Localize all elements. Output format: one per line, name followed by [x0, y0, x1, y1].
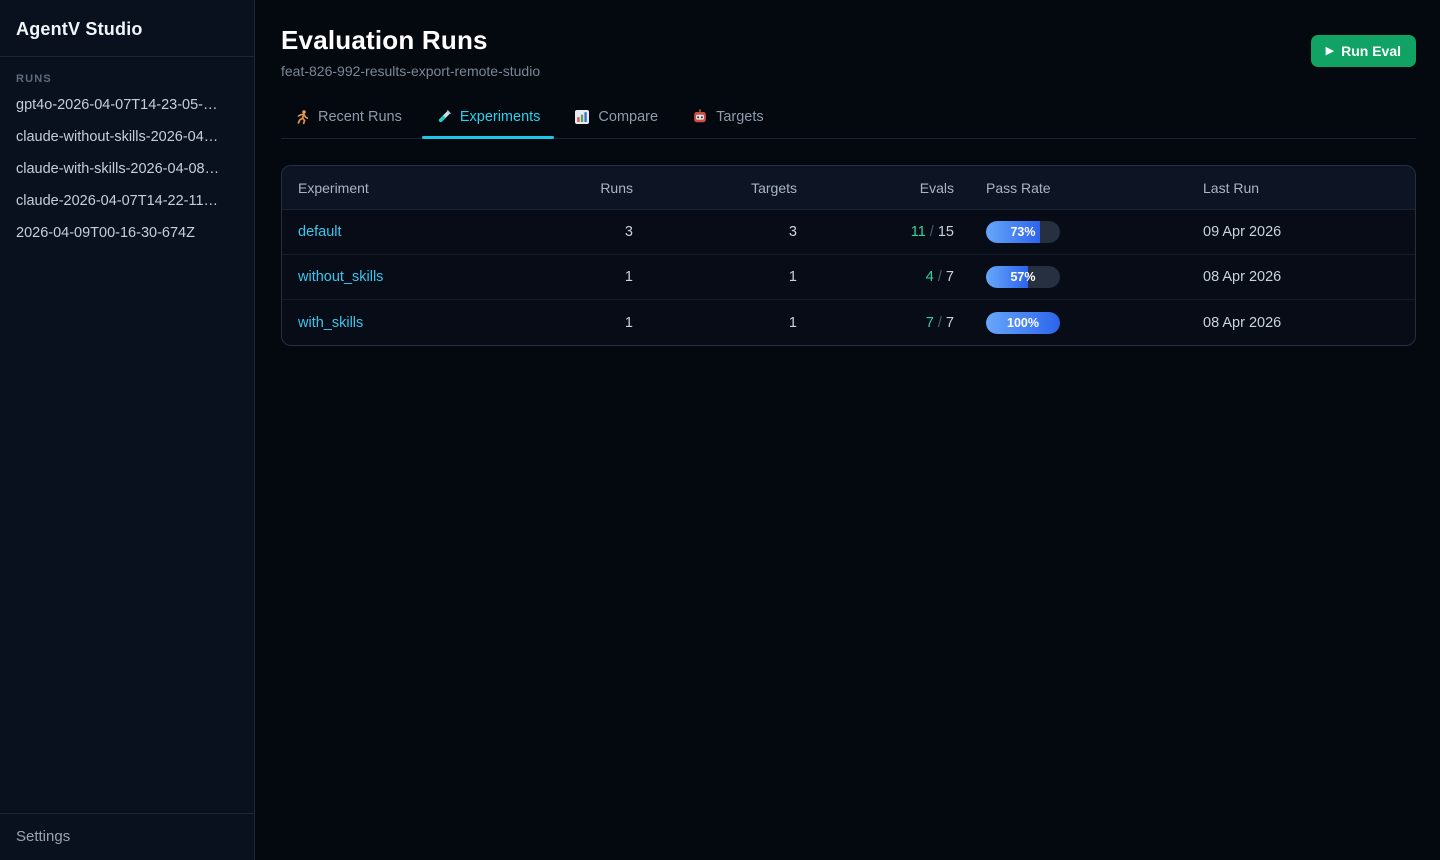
run-eval-button[interactable]: ▶ Run Eval [1311, 35, 1416, 67]
col-experiment: Experiment [282, 180, 582, 196]
pass-rate-label: 73% [986, 221, 1060, 243]
run-eval-label: Run Eval [1341, 43, 1401, 59]
col-pass-rate: Pass Rate [970, 180, 1187, 196]
sidebar-item-run[interactable]: gpt4o-2026-04-07T14-23-05-… [0, 89, 254, 121]
settings-link[interactable]: Settings [16, 828, 70, 845]
sidebar-item-run[interactable]: claude-2026-04-07T14-22-11… [0, 185, 254, 217]
col-runs: Runs [582, 180, 649, 196]
experiments-table: Experiment Runs Targets Evals Pass Rate … [281, 165, 1416, 346]
page-title: Evaluation Runs [281, 25, 1416, 56]
last-run-date: 08 Apr 2026 [1187, 315, 1415, 331]
sidebar-footer: Settings [0, 813, 254, 860]
tab-label: Compare [598, 109, 658, 125]
branch-subtitle: feat-826-992-results-export-remote-studi… [281, 63, 1416, 79]
runs-count: 3 [582, 224, 649, 240]
sidebar: AgentV Studio RUNS gpt4o-2026-04-07T14-2… [0, 0, 255, 860]
sidebar-item-run[interactable]: claude-with-skills-2026-04-08… [0, 153, 254, 185]
sidebar-item-run[interactable]: 2026-04-09T00-16-30-674Z [0, 217, 254, 249]
tab-experiments[interactable]: Experiments [422, 100, 555, 138]
tab-bar: Recent Runs Experiments [281, 100, 1416, 139]
targets-count: 1 [649, 315, 813, 331]
tab-targets[interactable]: Targets [678, 100, 778, 138]
evals-passed: 7 [926, 315, 934, 331]
runs-list: gpt4o-2026-04-07T14-23-05-… claude-witho… [0, 89, 254, 249]
pass-rate-label: 100% [986, 312, 1060, 334]
pass-rate-pill: 57% [986, 266, 1060, 288]
runs-section-label: RUNS [0, 57, 254, 89]
app-title: AgentV Studio [0, 0, 254, 57]
main-content: Evaluation Runs feat-826-992-results-exp… [255, 0, 1440, 860]
col-targets: Targets [649, 180, 813, 196]
runs-count: 1 [582, 269, 649, 285]
runs-count: 1 [582, 315, 649, 331]
experiment-link[interactable]: with_skills [298, 315, 363, 331]
robot-icon [692, 109, 708, 125]
experiment-link[interactable]: without_skills [298, 269, 383, 285]
tab-compare[interactable]: Compare [560, 100, 672, 138]
test-tube-icon [436, 109, 452, 125]
table-row: default 3 3 11 / 15 73% 09 Apr 2026 [282, 210, 1415, 255]
sidebar-item-run[interactable]: claude-without-skills-2026-04… [0, 121, 254, 153]
play-icon: ▶ [1326, 46, 1334, 57]
last-run-date: 09 Apr 2026 [1187, 224, 1415, 240]
table-header: Experiment Runs Targets Evals Pass Rate … [282, 166, 1415, 210]
targets-count: 3 [649, 224, 813, 240]
tab-label: Targets [716, 109, 764, 125]
tab-label: Experiments [460, 109, 541, 125]
pass-rate-pill: 100% [986, 312, 1060, 334]
pass-rate-pill: 73% [986, 221, 1060, 243]
col-last-run: Last Run [1187, 180, 1415, 196]
table-row: without_skills 1 1 4 / 7 57% 08 Apr 2026 [282, 255, 1415, 300]
evals-total: 7 [946, 315, 954, 331]
col-evals: Evals [813, 180, 970, 196]
evals-cell: 7 / 7 [813, 315, 970, 331]
evals-total: 7 [946, 269, 954, 285]
targets-count: 1 [649, 269, 813, 285]
evals-total: 15 [938, 224, 954, 240]
table-row: with_skills 1 1 7 / 7 100% 08 Apr 2026 [282, 300, 1415, 345]
pass-rate-label: 57% [986, 266, 1060, 288]
evals-passed: 11 [911, 224, 926, 240]
evals-passed: 4 [926, 269, 934, 285]
evals-cell: 11 / 15 [813, 224, 970, 240]
evals-cell: 4 / 7 [813, 269, 970, 285]
experiment-link[interactable]: default [298, 224, 342, 240]
runner-icon [295, 109, 310, 125]
tab-recent-runs[interactable]: Recent Runs [281, 100, 416, 138]
tab-label: Recent Runs [318, 109, 402, 125]
bar-chart-icon [574, 109, 590, 125]
last-run-date: 08 Apr 2026 [1187, 269, 1415, 285]
